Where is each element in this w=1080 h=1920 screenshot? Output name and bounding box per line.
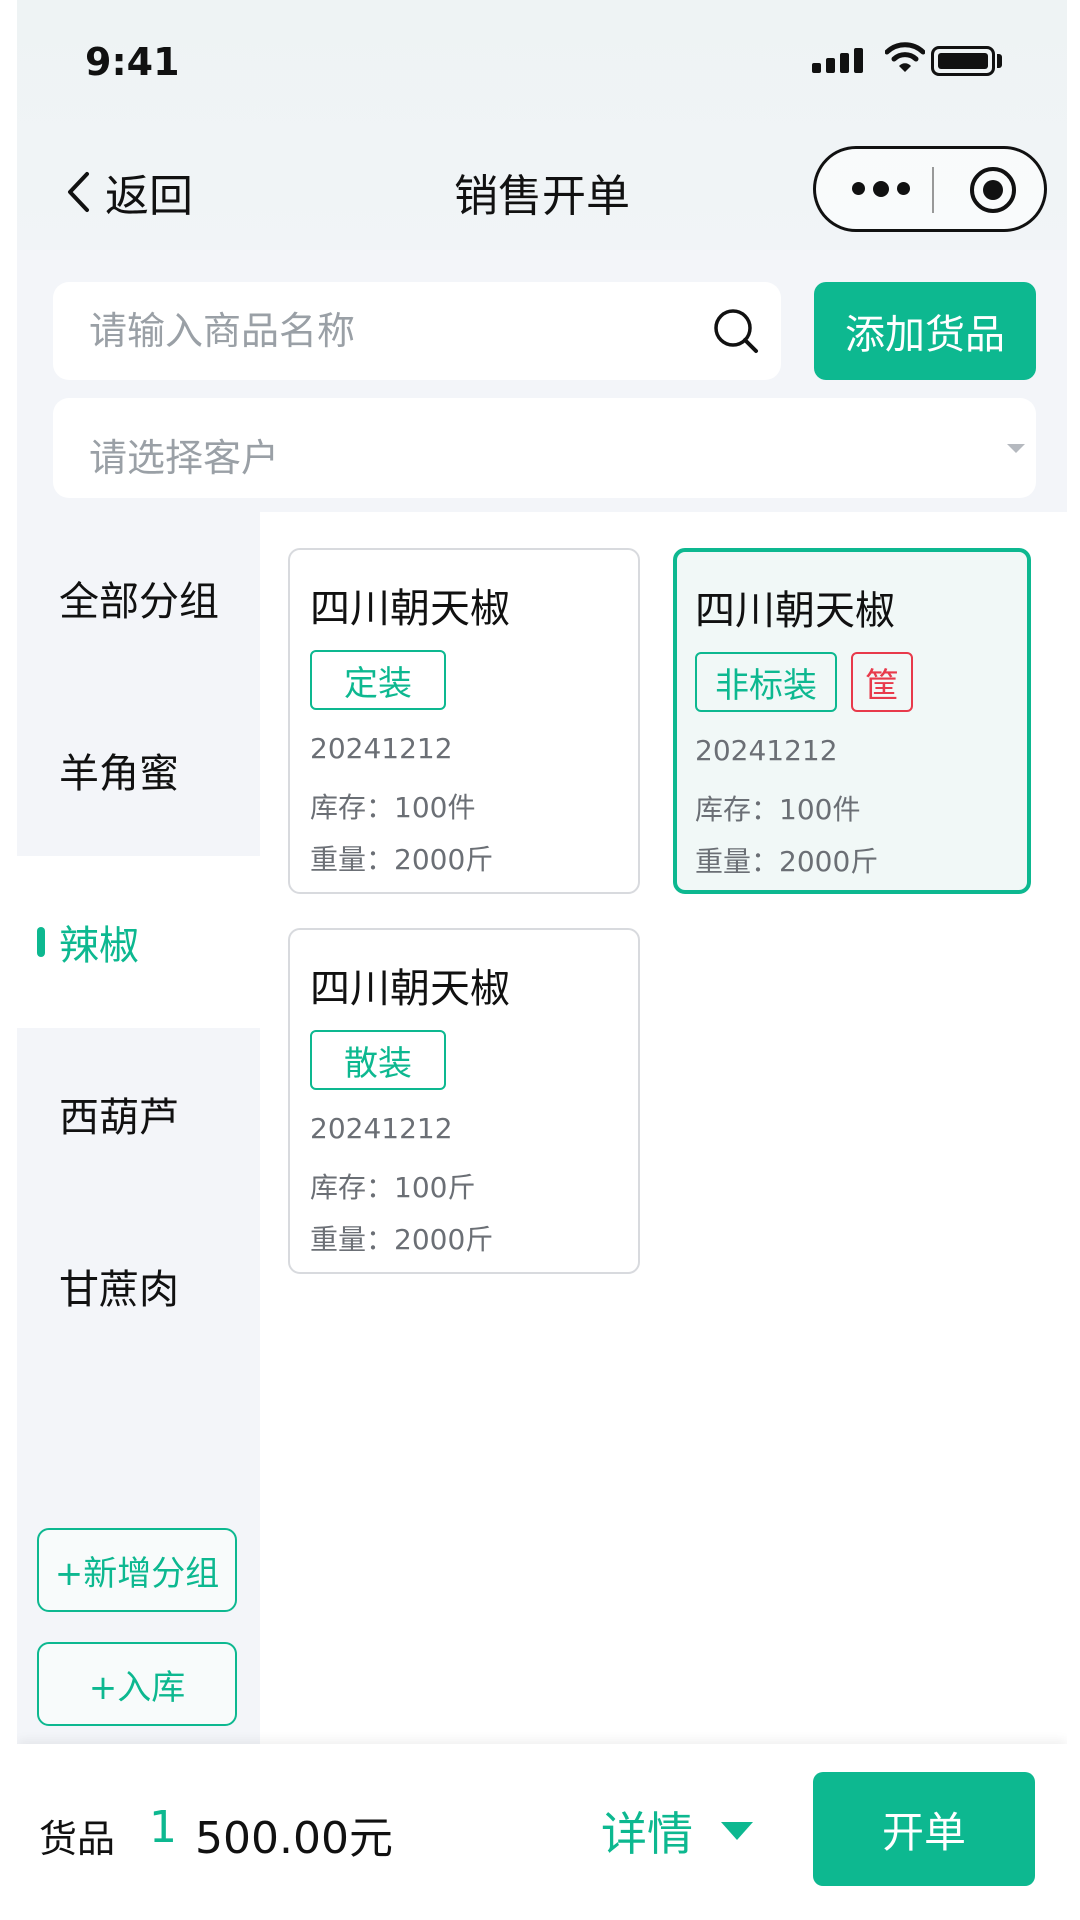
package-tag: 定装 bbox=[310, 650, 446, 710]
caret-down-icon bbox=[721, 1822, 753, 1840]
sidebar-item-label: 羊角蜜 bbox=[59, 751, 179, 797]
product-name: 四川朝天椒 bbox=[310, 586, 510, 632]
product-stock: 库存：100件 bbox=[310, 791, 476, 824]
sidebar-item-label: 甘蔗肉 bbox=[59, 1267, 179, 1313]
sidebar-item-label: 西葫芦 bbox=[59, 1095, 179, 1141]
wifi-icon bbox=[885, 42, 925, 72]
product-tags: 非标装 筐 bbox=[695, 652, 913, 712]
more-icon[interactable] bbox=[852, 181, 910, 197]
product-weight: 重量：2000斤 bbox=[695, 845, 879, 878]
active-marker bbox=[37, 927, 45, 957]
back-button[interactable]: 返回 bbox=[65, 160, 193, 224]
product-weight: 重量：2000斤 bbox=[310, 1223, 494, 1256]
submit-order-button[interactable]: 开单 bbox=[813, 1772, 1035, 1886]
goods-label: 货品 bbox=[39, 1817, 116, 1861]
product-grid: 四川朝天椒 定装 20241212 库存：100件 重量：2000斤 四川朝天椒… bbox=[260, 512, 1067, 1744]
add-goods-button[interactable]: 添加货品 bbox=[814, 282, 1036, 380]
battery-cap bbox=[997, 54, 1002, 68]
product-batch: 20241212 bbox=[310, 732, 453, 765]
product-tags: 散装 bbox=[310, 1030, 446, 1090]
back-label: 返回 bbox=[105, 171, 193, 222]
package-tag: 非标装 bbox=[695, 652, 837, 712]
product-card[interactable]: 四川朝天椒 定装 20241212 库存：100件 重量：2000斤 bbox=[288, 548, 640, 894]
battery-icon bbox=[931, 46, 995, 76]
product-stock: 库存：100斤 bbox=[310, 1171, 476, 1204]
status-time: 9:41 bbox=[85, 40, 180, 84]
sidebar-item-label: 全部分组 bbox=[59, 579, 219, 625]
product-card[interactable]: 四川朝天椒 散装 20241212 库存：100斤 重量：2000斤 bbox=[288, 928, 640, 1274]
sidebar-item-label: 辣椒 bbox=[59, 923, 139, 969]
goods-count: 1 bbox=[149, 1802, 177, 1853]
caret-down-icon bbox=[1007, 444, 1025, 453]
total-amount: 500.00元 bbox=[195, 1813, 393, 1864]
sidebar-item-all[interactable]: 全部分组 bbox=[17, 512, 260, 684]
close-target-icon[interactable] bbox=[970, 167, 1016, 213]
add-group-button[interactable]: +新增分组 bbox=[37, 1528, 237, 1612]
product-name: 四川朝天椒 bbox=[310, 966, 510, 1012]
product-stock: 库存：100件 bbox=[695, 793, 861, 826]
product-card-selected[interactable]: 四川朝天椒 非标装 筐 20241212 库存：100件 重量：2000斤 bbox=[673, 548, 1031, 894]
stock-in-button[interactable]: +入库 bbox=[37, 1642, 237, 1726]
capsule-divider bbox=[932, 167, 934, 213]
product-name: 四川朝天椒 bbox=[695, 588, 895, 634]
sidebar-item-pepper[interactable]: 辣椒 bbox=[17, 856, 260, 1028]
customer-placeholder: 请选择客户 bbox=[89, 436, 280, 480]
product-tags: 定装 bbox=[310, 650, 446, 710]
bottom-bar: 货品 1 500.00元 详情 开单 bbox=[17, 1744, 1067, 1920]
search-icon[interactable] bbox=[713, 308, 759, 354]
product-weight: 重量：2000斤 bbox=[310, 843, 494, 876]
right-edge bbox=[1067, 0, 1080, 1920]
package-tag: 散装 bbox=[310, 1030, 446, 1090]
app-screen: 9:41 返回 销售开单 添加货品 请选择客户 全部分组 bbox=[17, 0, 1067, 1920]
detail-toggle[interactable]: 详情 bbox=[601, 1798, 753, 1864]
group-sidebar: 全部分组 羊角蜜 辣椒 西葫芦 甘蔗肉 +新增分组 +入库 bbox=[17, 512, 260, 1744]
miniprogram-capsule bbox=[813, 146, 1047, 232]
signal-icon bbox=[812, 48, 863, 73]
basket-tag: 筐 bbox=[851, 652, 913, 712]
chevron-left-icon bbox=[68, 172, 89, 212]
sidebar-item-yangjiaomi[interactable]: 羊角蜜 bbox=[17, 684, 260, 856]
product-batch: 20241212 bbox=[310, 1112, 453, 1145]
search-input[interactable] bbox=[89, 282, 669, 380]
product-batch: 20241212 bbox=[695, 734, 838, 767]
sidebar-item-sugarcane[interactable]: 甘蔗肉 bbox=[17, 1200, 260, 1372]
customer-select[interactable]: 请选择客户 bbox=[53, 398, 1036, 498]
search-box bbox=[53, 282, 781, 380]
sidebar-item-zucchini[interactable]: 西葫芦 bbox=[17, 1028, 260, 1200]
detail-label: 详情 bbox=[601, 1807, 693, 1861]
